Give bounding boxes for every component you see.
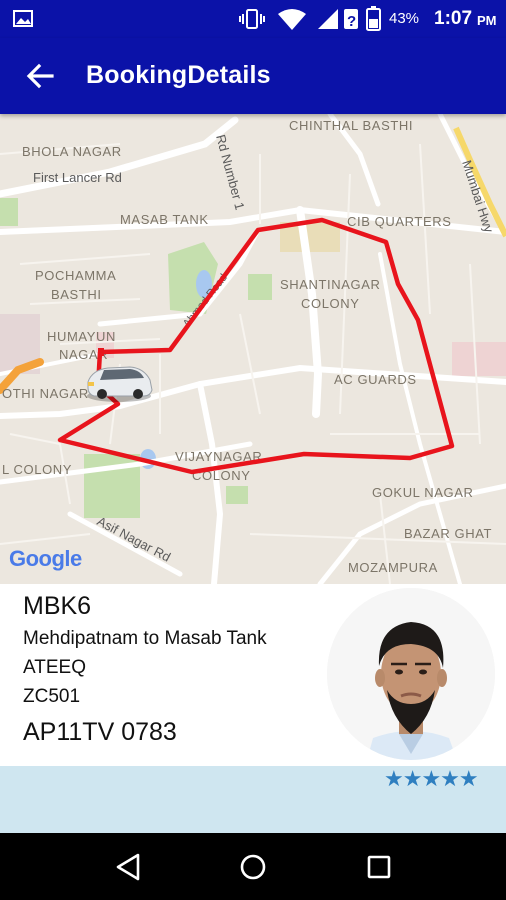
map-label: BHOLA NAGAR bbox=[22, 144, 122, 159]
page-title: BookingDetails bbox=[86, 61, 271, 89]
map-label: HUMAYUN bbox=[47, 329, 116, 344]
google-logo: Google bbox=[9, 546, 82, 571]
battery-percent: 43% bbox=[389, 10, 420, 27]
map-label: BAZAR GHAT bbox=[404, 526, 492, 541]
map-canvas: CHINTHAL BASTHI BHOLA NAGAR First Lancer… bbox=[0, 114, 506, 584]
star-rating-icon: ★★★★★ bbox=[384, 766, 479, 791]
nav-back-icon[interactable] bbox=[112, 851, 144, 883]
back-arrow-icon[interactable] bbox=[24, 60, 56, 92]
vehicle-number: AP11TV 0783 bbox=[23, 718, 177, 746]
car-marker-icon bbox=[87, 366, 153, 402]
status-bar: ? 43% 1:07 PM bbox=[0, 0, 506, 38]
map-label: CIB QUARTERS bbox=[347, 214, 451, 229]
clock-time: 1:07 bbox=[434, 8, 473, 29]
nav-recents-icon[interactable] bbox=[363, 851, 395, 883]
map-label: BASTHI bbox=[51, 287, 102, 302]
wifi-icon bbox=[278, 9, 306, 30]
status-icons: ? bbox=[13, 6, 381, 31]
svg-text:?: ? bbox=[347, 13, 356, 30]
system-nav-bar bbox=[0, 833, 506, 900]
map-label: POCHAMMA bbox=[35, 268, 116, 283]
nav-home-icon[interactable] bbox=[237, 851, 269, 883]
driver-code: ZC501 bbox=[23, 686, 81, 707]
driver-avatar bbox=[327, 588, 495, 760]
battery-icon bbox=[366, 6, 381, 31]
vibrate-icon bbox=[239, 9, 265, 29]
map-label: COLONY bbox=[301, 296, 360, 311]
rating-panel: ★★★★★ bbox=[0, 766, 506, 833]
start-marker-icon bbox=[98, 348, 104, 356]
map-label: CHINTHAL BASTHI bbox=[289, 118, 413, 133]
app-bar: BookingDetails bbox=[0, 38, 506, 114]
booking-details-card: MBK6 Mehdipatnam to Masab Tank ATEEQ ZC5… bbox=[0, 584, 506, 766]
map-label: AC GUARDS bbox=[334, 372, 417, 387]
map-label: MOZAMPURA bbox=[348, 560, 438, 575]
trip-route: Mehdipatnam to Masab Tank bbox=[23, 628, 267, 649]
driver-name: ATEEQ bbox=[23, 657, 86, 678]
map-label: SHANTINAGAR bbox=[280, 277, 381, 292]
map-label: MASAB TANK bbox=[120, 212, 209, 227]
sim-icon: ? bbox=[344, 9, 358, 30]
map-label: L COLONY bbox=[2, 462, 72, 477]
map-label: First Lancer Rd bbox=[33, 170, 122, 185]
image-notification-icon bbox=[13, 10, 33, 27]
driver-photo bbox=[327, 588, 495, 760]
map-label: OTHI NAGAR bbox=[2, 386, 89, 401]
route-map[interactable]: CHINTHAL BASTHI BHOLA NAGAR First Lancer… bbox=[0, 114, 506, 584]
signal-icon bbox=[318, 9, 338, 29]
clock-ampm: PM bbox=[477, 13, 497, 28]
booking-id: MBK6 bbox=[23, 592, 92, 620]
map-label: GOKUL NAGAR bbox=[372, 485, 473, 500]
